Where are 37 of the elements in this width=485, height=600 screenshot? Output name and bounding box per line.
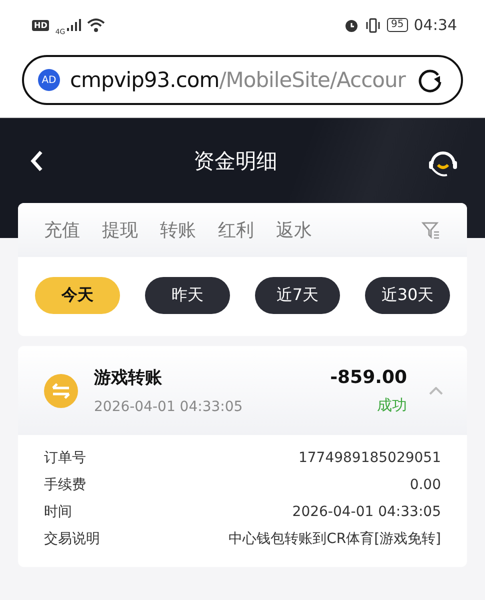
- page-title: 资金明细: [194, 148, 278, 174]
- detail-label: 时间: [44, 503, 72, 522]
- detail-value: 1774989185029051: [298, 449, 441, 468]
- clock: 04:34: [414, 16, 457, 34]
- back-icon[interactable]: [30, 150, 44, 172]
- reload-icon[interactable]: [417, 67, 443, 93]
- date-filter-button[interactable]: 近7天: [255, 277, 340, 314]
- detail-value: 0.00: [410, 476, 441, 495]
- vibrate-icon: [365, 18, 382, 32]
- filter-icon[interactable]: [421, 220, 441, 240]
- category-tab[interactable]: 红利: [218, 218, 254, 242]
- date-filter-button[interactable]: 今天: [35, 277, 120, 314]
- category-tab[interactable]: 充值: [44, 218, 80, 242]
- category-tab[interactable]: 提现: [102, 218, 138, 242]
- alarm-icon: [344, 18, 360, 32]
- wifi-icon: [87, 18, 106, 32]
- battery-indicator: 95: [387, 18, 408, 32]
- category-tab[interactable]: 返水: [276, 218, 312, 242]
- url-domain: cmpvip93.com: [70, 68, 220, 92]
- detail-label: 交易说明: [44, 530, 100, 549]
- detail-label: 订单号: [44, 449, 86, 468]
- date-filter-button[interactable]: 近30天: [365, 277, 450, 314]
- category-tab[interactable]: 转账: [160, 218, 196, 242]
- ad-badge: AD: [38, 69, 60, 91]
- hd-badge: HD: [32, 20, 50, 30]
- transaction-title: 游戏转账: [94, 367, 163, 389]
- transaction-status: 成功: [377, 396, 407, 414]
- signal-icon: [67, 19, 82, 31]
- transaction-amount: -859.00: [330, 366, 407, 388]
- detail-value: 中心钱包转账到CR体育[游戏免转]: [228, 530, 441, 549]
- date-filter-button[interactable]: 昨天: [145, 277, 230, 314]
- transfer-icon: [44, 374, 78, 408]
- detail-label: 手续费: [44, 476, 86, 495]
- address-bar[interactable]: AD cmpvip93.com/MobileSite/Accour: [22, 55, 463, 105]
- url-path: /MobileSite/Accour: [219, 68, 406, 92]
- transaction-time: 2026-04-01 04:33:05: [94, 399, 244, 415]
- detail-value: 2026-04-01 04:33:05: [292, 503, 441, 522]
